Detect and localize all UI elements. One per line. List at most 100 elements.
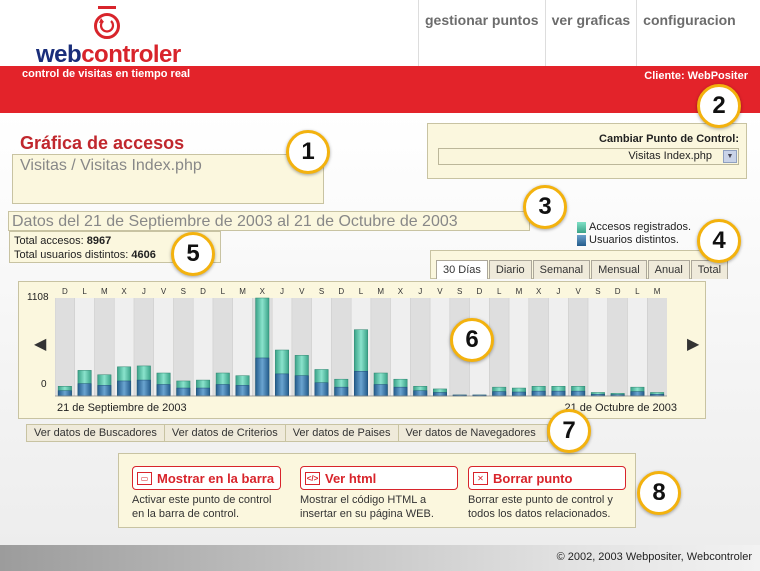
x-tick-label: M [654, 287, 661, 296]
chart-column-bg [607, 298, 628, 396]
show-in-bar-desc: Activar este punto de control en la barr… [132, 493, 281, 521]
logo-refresh-icon [94, 6, 120, 39]
chart-column-bg [55, 298, 75, 396]
x-tick-label: L [359, 287, 364, 296]
show-in-bar-desc-line2: en la barra de control. [132, 508, 240, 520]
tab-30-dias[interactable]: 30 Días [436, 260, 488, 279]
chart-column-bg [528, 298, 549, 396]
page-subtitle: Visitas / Visitas Index.php [20, 157, 202, 174]
tab-mensual[interactable]: Mensual [591, 260, 647, 279]
legend-users-label: Usuarios distintos. [589, 234, 679, 246]
bar-users [77, 383, 92, 397]
bar-users [551, 390, 566, 397]
bar-users [393, 386, 408, 397]
period-tabs: 30 Días Diario Semanal Mensual Anual Tot… [436, 260, 729, 279]
nav-configuracion[interactable]: configuracion [637, 0, 742, 66]
tab-semanal[interactable]: Semanal [532, 260, 591, 279]
x-tick-label: J [142, 287, 146, 296]
delete-point-desc-line2: todos los datos relacionados. [468, 508, 611, 520]
x-tick-label: M [101, 287, 108, 296]
period-tabs-panel: 30 Días Diario Semanal Mensual Anual Tot… [430, 250, 729, 279]
bar-users [176, 387, 191, 397]
actions-panel: ▭ Mostrar en la barra Activar este punto… [118, 453, 636, 528]
bar-users [413, 390, 428, 397]
delete-point-desc-line1: Borrar este punto de control y [468, 494, 613, 506]
bar-users [215, 384, 230, 397]
data-links-bar: Ver datos de Buscadores Ver datos de Cri… [26, 424, 548, 442]
chart-column-bg [410, 298, 431, 396]
callout-1: 1 [286, 130, 330, 174]
next-period-icon[interactable]: ▶ [687, 334, 699, 354]
delete-icon: ✕ [473, 471, 488, 485]
tab-diario[interactable]: Diario [488, 260, 532, 279]
visits-chart: DLMXJVSDLMXJVSDLMXJVSDLMXJVSDLM [55, 287, 667, 397]
chart-legend: Accesos registrados. Usuarios distintos. [577, 221, 691, 247]
view-html-desc-line2: insertar en su página WEB. [300, 508, 434, 520]
control-point-select[interactable]: Visitas Index.php ▼ [438, 148, 739, 165]
client-label: Cliente: WebPositer [644, 70, 748, 82]
nav-gestionar-puntos[interactable]: gestionar puntos [419, 0, 546, 66]
link-criterios[interactable]: Ver datos de Criterios [165, 425, 286, 441]
control-point-selected: Visitas Index.php [628, 150, 712, 162]
subtitle-panel: Visitas / Visitas Index.php [12, 154, 324, 204]
callout-2: 2 [697, 84, 741, 128]
x-tick-label: D [62, 287, 68, 296]
x-tick-label: M [239, 287, 246, 296]
bar-users [156, 384, 171, 397]
x-tick-label: V [437, 287, 443, 296]
x-tick-label: M [516, 287, 523, 296]
callout-7: 7 [547, 409, 591, 453]
x-tick-label: M [377, 287, 384, 296]
x-tick-label: L [82, 287, 87, 296]
x-tick-label: L [221, 287, 226, 296]
top-nav: gestionar puntos ver graficas configurac… [418, 0, 760, 66]
bar-users [354, 370, 368, 397]
chart-column-bg [588, 298, 608, 396]
show-in-bar-button[interactable]: ▭ Mostrar en la barra [132, 466, 282, 490]
footer: © 2002, 2003 Webpositer, Webcontroler [0, 545, 760, 571]
bar-users [136, 379, 151, 397]
total-users-value: 4606 [131, 249, 156, 261]
callout-6: 6 [450, 318, 494, 362]
logo[interactable]: webcontroler [0, 0, 418, 69]
y-tick-min: 0 [41, 379, 47, 390]
link-buscadores[interactable]: Ver datos de Buscadores [27, 425, 165, 441]
link-paises[interactable]: Ver datos de Paises [286, 425, 399, 441]
code-icon: </> [305, 471, 320, 485]
x-tick-label: D [477, 287, 483, 296]
x-tick-label: V [161, 287, 167, 296]
chart-column-bg [430, 298, 450, 396]
header-bar: control de visitas en tiempo real Client… [0, 66, 760, 113]
tab-anual[interactable]: Anual [647, 260, 690, 279]
x-tick-label: S [595, 287, 600, 296]
chart-column-bg [548, 298, 569, 396]
x-tick-label: D [200, 287, 206, 296]
view-html-button[interactable]: </> Ver html [300, 466, 458, 490]
bar-users [275, 373, 289, 397]
chevron-down-icon[interactable]: ▼ [723, 150, 737, 163]
chart-panel: ◀ ▶ 1108 0 D L M X J V S D L M X J V S D L M X J V S D L M X J V S D… [18, 281, 706, 419]
link-navegadores[interactable]: Ver datos de Navegadores [399, 425, 543, 441]
total-accesses-label: Total accesos: [14, 235, 87, 247]
header: webcontroler gestionar puntos ver grafic… [0, 0, 760, 113]
logo-text: webcontroler [36, 41, 181, 69]
control-point-label: Cambiar Punto de Control: [599, 133, 739, 145]
delete-point-button[interactable]: ✕ Borrar punto [468, 466, 626, 490]
chart-column-bg [647, 298, 667, 396]
previous-period-icon[interactable]: ◀ [34, 334, 46, 354]
tagline: control de visitas en tiempo real [22, 68, 191, 80]
logo-text-web: web [36, 41, 82, 68]
bar-users [373, 384, 388, 397]
bar-users [255, 357, 270, 397]
copyright: © 2002, 2003 Webpositer, Webcontroler [556, 551, 752, 563]
total-users-label: Total usuarios distintos: [14, 249, 132, 261]
show-in-bar-desc-line1: Activar este punto de control [132, 494, 272, 506]
show-in-bar-label: Mostrar en la barra [157, 470, 275, 486]
tab-total[interactable]: Total [690, 260, 729, 279]
x-tick-label: V [575, 287, 581, 296]
toolbar-icon: ▭ [137, 471, 152, 485]
callout-5: 5 [171, 232, 215, 276]
bar-users [97, 385, 112, 397]
nav-ver-graficas[interactable]: ver graficas [546, 0, 638, 66]
legend-swatch-accesses [577, 222, 586, 233]
